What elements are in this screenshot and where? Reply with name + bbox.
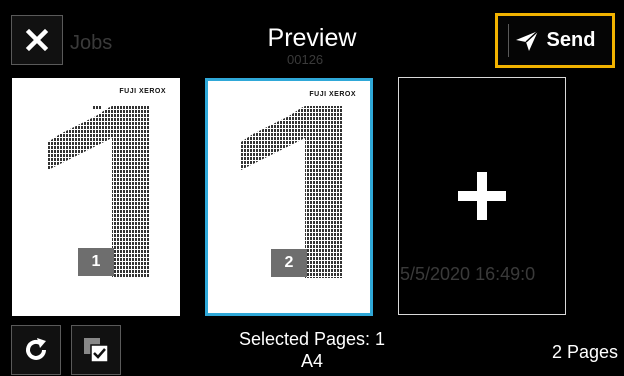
close-icon <box>25 28 49 52</box>
close-button[interactable] <box>11 15 63 65</box>
page-count: 2 Pages <box>551 342 618 362</box>
ghost-jobs-label: Jobs <box>70 32 113 54</box>
page-thumbnail-1[interactable]: FUJI XEROX 1 <box>12 78 180 316</box>
rotate-icon <box>26 338 46 360</box>
select-pages-button[interactable] <box>71 325 121 375</box>
page-number-badge: 1 <box>78 248 114 276</box>
selected-pages-label: Selected Pages: 1 <box>238 329 386 349</box>
rotate-button[interactable] <box>11 325 61 375</box>
add-page-button[interactable] <box>398 77 566 315</box>
send-label: Send <box>546 29 596 51</box>
page-thumbnail-2[interactable]: FUJI XEROX 2 <box>205 78 373 316</box>
send-divider <box>508 24 509 57</box>
page-digit-art <box>48 106 150 278</box>
paper-plane-icon <box>515 29 539 51</box>
select-pages-icon <box>84 338 109 363</box>
send-button[interactable]: Send <box>495 13 615 68</box>
page-digit-art <box>241 106 343 278</box>
paper-size-label: A4 <box>300 351 324 371</box>
page-title: Preview <box>267 24 357 52</box>
page-number-badge: 2 <box>271 249 307 277</box>
selected-pages-info: Selected Pages: 1 A4 <box>200 328 424 372</box>
ghost-job-number: 00126 <box>287 52 324 67</box>
plus-icon <box>458 172 506 220</box>
